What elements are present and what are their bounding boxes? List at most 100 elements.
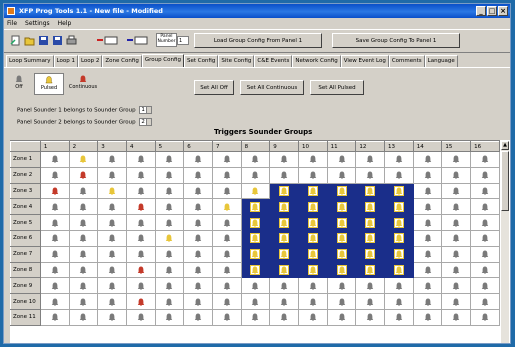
group-cell[interactable] — [470, 229, 500, 247]
group-cell[interactable] — [412, 277, 443, 295]
group-cell[interactable] — [384, 214, 414, 231]
group-cell[interactable] — [97, 245, 127, 263]
group-cell[interactable] — [97, 277, 127, 295]
menu-settings[interactable]: Settings — [25, 18, 50, 29]
group-cell[interactable] — [39, 166, 70, 184]
tab-site-config[interactable]: Site Config — [218, 55, 255, 67]
group-cell[interactable] — [97, 151, 127, 168]
tab-group-config[interactable]: Group Config — [141, 54, 184, 67]
group-cell[interactable] — [97, 198, 127, 216]
menu-file[interactable]: File — [7, 18, 17, 29]
group-cell[interactable] — [441, 293, 472, 310]
group-cell[interactable] — [441, 277, 472, 295]
group-cell[interactable] — [326, 308, 357, 326]
close-button[interactable]: × — [498, 6, 508, 16]
group-cell[interactable] — [39, 261, 70, 279]
save-icon[interactable] — [37, 34, 50, 47]
group-cell[interactable] — [384, 293, 414, 310]
group-cell[interactable] — [68, 182, 99, 200]
group-cell[interactable] — [470, 277, 500, 295]
group-cell[interactable] — [68, 151, 99, 168]
group-cell[interactable] — [297, 151, 328, 168]
group-cell[interactable] — [297, 308, 328, 326]
group-cell[interactable] — [211, 182, 242, 200]
group-cell[interactable] — [154, 214, 185, 231]
group-cell[interactable] — [412, 308, 443, 326]
group-cell[interactable] — [240, 308, 271, 326]
group-cell[interactable] — [412, 229, 443, 247]
scroll-up-icon[interactable]: ▲ — [501, 141, 509, 150]
group-cell[interactable] — [269, 245, 299, 263]
group-cell[interactable] — [183, 151, 213, 168]
group-cell[interactable] — [355, 293, 386, 310]
group-cell[interactable] — [412, 293, 443, 310]
group-cell[interactable] — [183, 166, 213, 184]
group-cell[interactable] — [97, 182, 127, 200]
group-cell[interactable] — [154, 293, 185, 310]
group-cell[interactable] — [183, 229, 213, 247]
group-cell[interactable] — [68, 214, 99, 231]
group-cell[interactable] — [441, 166, 472, 184]
open-folder-icon[interactable] — [23, 34, 36, 47]
group-cell[interactable] — [68, 166, 99, 184]
group-cell[interactable] — [326, 198, 357, 216]
group-cell[interactable] — [355, 151, 386, 168]
group-cell[interactable] — [384, 151, 414, 168]
group-cell[interactable] — [240, 245, 271, 263]
group-cell[interactable] — [154, 261, 185, 279]
group-cell[interactable] — [297, 293, 328, 310]
new-file-icon[interactable] — [9, 34, 22, 47]
panel-sounder-1-spinner[interactable]: 1 — [139, 106, 153, 114]
group-cell[interactable] — [125, 214, 156, 231]
group-cell[interactable] — [412, 261, 443, 279]
group-cell[interactable] — [39, 293, 70, 310]
group-cell[interactable] — [297, 198, 328, 216]
group-cell[interactable] — [384, 245, 414, 263]
group-cell[interactable] — [470, 293, 500, 310]
group-cell[interactable] — [125, 182, 156, 200]
group-cell[interactable] — [297, 229, 328, 247]
mode-off[interactable]: Off — [8, 73, 30, 95]
menu-help[interactable]: Help — [58, 18, 72, 29]
group-cell[interactable] — [326, 214, 357, 231]
group-cell[interactable] — [269, 151, 299, 168]
group-cell[interactable] — [326, 182, 357, 200]
group-cell[interactable] — [154, 182, 185, 200]
panel-sounder-2-spinner[interactable]: 2 — [139, 118, 153, 126]
group-cell[interactable] — [183, 245, 213, 263]
group-cell[interactable] — [441, 182, 472, 200]
group-cell[interactable] — [183, 293, 213, 310]
group-cell[interactable] — [68, 308, 99, 326]
group-cell[interactable] — [125, 229, 156, 247]
group-cell[interactable] — [470, 214, 500, 231]
group-cell[interactable] — [355, 182, 386, 200]
group-cell[interactable] — [125, 151, 156, 168]
group-cell[interactable] — [355, 198, 386, 216]
group-cell[interactable] — [384, 166, 414, 184]
group-cell[interactable] — [355, 166, 386, 184]
group-cell[interactable] — [39, 151, 70, 168]
group-cell[interactable] — [441, 198, 472, 216]
minimize-button[interactable]: _ — [476, 6, 486, 16]
group-cell[interactable] — [326, 277, 357, 295]
group-cell[interactable] — [39, 198, 70, 216]
group-cell[interactable] — [470, 151, 500, 168]
group-cell[interactable] — [355, 308, 386, 326]
group-cell[interactable] — [470, 245, 500, 263]
group-cell[interactable] — [441, 261, 472, 279]
group-cell[interactable] — [97, 214, 127, 231]
group-cell[interactable] — [326, 151, 357, 168]
group-cell[interactable] — [240, 293, 271, 310]
group-cell[interactable] — [412, 198, 443, 216]
group-cell[interactable] — [68, 293, 99, 310]
group-cell[interactable] — [355, 229, 386, 247]
group-cell[interactable] — [154, 277, 185, 295]
group-cell[interactable] — [183, 198, 213, 216]
group-cell[interactable] — [125, 166, 156, 184]
group-cell[interactable] — [154, 245, 185, 263]
group-cell[interactable] — [441, 151, 472, 168]
group-cell[interactable] — [154, 198, 185, 216]
set-all-off-button[interactable]: Set All Off — [194, 80, 234, 95]
group-cell[interactable] — [240, 214, 271, 231]
group-cell[interactable] — [97, 166, 127, 184]
